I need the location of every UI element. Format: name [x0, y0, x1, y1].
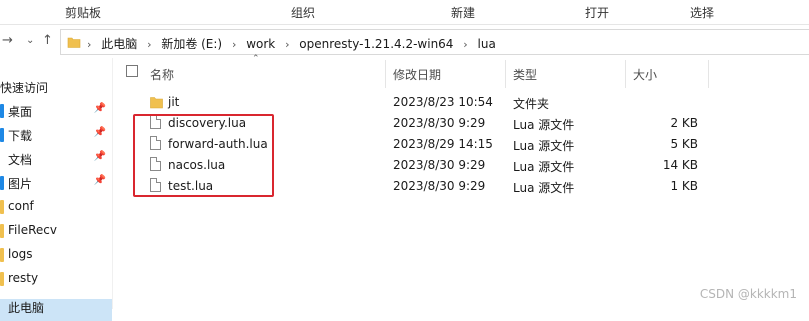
pin-icon[interactable]: 📌: [94, 151, 106, 162]
file-row-jit[interactable]: jit 2023/8/23 10:54 文件夹: [112, 92, 809, 113]
file-modified: 2023/8/30 9:29: [393, 116, 486, 130]
pictures-icon: [0, 176, 4, 190]
column-divider[interactable]: [625, 60, 626, 88]
column-header-label: 大小: [633, 68, 658, 82]
column-header-size[interactable]: 大小: [633, 60, 708, 88]
breadcrumb-item-this-pc[interactable]: 此电脑: [101, 37, 137, 51]
sidebar-item-label: 桌面: [8, 105, 33, 119]
desktop-icon: [0, 104, 4, 118]
column-header-name[interactable]: 名称: [150, 60, 385, 88]
sidebar-item-resty[interactable]: resty: [0, 268, 112, 290]
folder-icon: [67, 37, 81, 48]
file-type: Lua 源文件: [513, 160, 575, 174]
ribbon-group-new[interactable]: 新建: [451, 4, 475, 21]
column-header-label: 名称: [150, 68, 175, 82]
breadcrumb-separator: ›: [87, 38, 92, 51]
sidebar-item-desktop[interactable]: 桌面 📌: [0, 100, 112, 122]
column-header-label: 类型: [513, 68, 538, 82]
file-modified: 2023/8/30 9:29: [393, 158, 486, 172]
pin-icon[interactable]: 📌: [94, 127, 106, 138]
file-size: 5 KB: [670, 137, 698, 151]
breadcrumb-item-openresty[interactable]: openresty-1.21.4.2-win64: [299, 37, 453, 51]
breadcrumb-separator[interactable]: ›: [463, 38, 467, 51]
sidebar-item-logs[interactable]: logs: [0, 244, 112, 266]
navigation-pane: 快速访问 桌面 📌 下载 📌 文档 📌 图片 📌 conf FileRecv l…: [0, 58, 113, 321]
folder-icon: [0, 248, 4, 262]
column-divider[interactable]: [708, 60, 709, 88]
download-icon: [0, 128, 4, 142]
forward-arrow-icon[interactable]: →: [2, 33, 13, 48]
sidebar-item-filerecv[interactable]: FileRecv: [0, 220, 112, 242]
file-type: 文件夹: [513, 97, 550, 111]
folder-icon: [0, 272, 4, 286]
breadcrumb-separator[interactable]: ›: [147, 38, 151, 51]
file-type: Lua 源文件: [513, 139, 575, 153]
folder-icon: [0, 200, 4, 214]
column-header-label: 修改日期: [393, 68, 442, 82]
sidebar-item-label: FileRecv: [8, 223, 57, 237]
breadcrumb-item-work[interactable]: work: [246, 37, 275, 51]
sidebar-item-this-pc[interactable]: 此电脑: [0, 299, 112, 321]
sidebar-item-label: 快速访问: [0, 81, 49, 95]
file-type: Lua 源文件: [513, 118, 575, 132]
file-name[interactable]: jit: [168, 95, 179, 109]
file-size: 1 KB: [670, 179, 698, 193]
breadcrumb-item-lua[interactable]: lua: [478, 37, 496, 51]
recent-dropdown-icon[interactable]: ⌄: [26, 35, 34, 46]
watermark: CSDN @kkkkm1: [699, 287, 797, 301]
sidebar-item-label: 此电脑: [8, 301, 45, 315]
sidebar-item-label: 图片: [8, 177, 33, 191]
highlight-box: [133, 114, 274, 197]
address-bar[interactable]: › 此电脑 › 新加卷 (E:) › work › openresty-1.21…: [60, 29, 809, 55]
ribbon-bar: 剪贴板 组织 新建 打开 选择: [0, 0, 809, 25]
select-all-checkbox[interactable]: [126, 65, 138, 77]
file-modified: 2023/8/29 14:15: [393, 137, 493, 151]
file-type: Lua 源文件: [513, 181, 575, 195]
ribbon-group-select[interactable]: 选择: [690, 4, 714, 21]
sidebar-item-label: logs: [8, 247, 33, 261]
pin-icon[interactable]: 📌: [94, 175, 106, 186]
breadcrumb-separator[interactable]: ›: [285, 38, 289, 51]
column-header-modified[interactable]: 修改日期: [393, 60, 505, 88]
breadcrumb-item-drive-e[interactable]: 新加卷 (E:): [161, 37, 222, 51]
up-arrow-icon[interactable]: ↑: [42, 33, 53, 48]
column-divider[interactable]: [385, 60, 386, 88]
folder-icon: [0, 224, 4, 238]
sidebar-item-documents[interactable]: 文档 📌: [0, 148, 112, 170]
sidebar-item-conf[interactable]: conf: [0, 196, 112, 218]
ribbon-group-open[interactable]: 打开: [585, 4, 609, 21]
sidebar-item-pictures[interactable]: 图片 📌: [0, 172, 112, 194]
ribbon-group-organize[interactable]: 组织: [291, 4, 315, 21]
column-divider[interactable]: [505, 60, 506, 88]
pin-icon[interactable]: 📌: [94, 103, 106, 114]
sidebar-item-quick-access[interactable]: 快速访问: [0, 76, 112, 98]
ribbon-group-clipboard[interactable]: 剪贴板: [65, 4, 101, 21]
sidebar-item-label: 文档: [8, 153, 33, 167]
file-size: 14 KB: [662, 158, 698, 172]
sidebar-item-downloads[interactable]: 下载 📌: [0, 124, 112, 146]
sidebar-item-label: conf: [8, 199, 34, 213]
folder-icon: [150, 97, 163, 109]
column-header-type[interactable]: 类型: [513, 60, 625, 88]
navigation-bar: → ⌄ ↑ › 此电脑 › 新加卷 (E:) › work › openrest…: [0, 26, 809, 58]
file-modified: 2023/8/30 9:29: [393, 179, 486, 193]
sidebar-item-label: 下载: [8, 129, 33, 143]
file-size: 2 KB: [670, 116, 698, 130]
file-modified: 2023/8/23 10:54: [393, 95, 493, 109]
breadcrumb: › 此电脑 › 新加卷 (E:) › work › openresty-1.21…: [87, 35, 496, 52]
breadcrumb-separator[interactable]: ›: [232, 38, 236, 51]
sidebar-item-label: resty: [8, 271, 39, 285]
